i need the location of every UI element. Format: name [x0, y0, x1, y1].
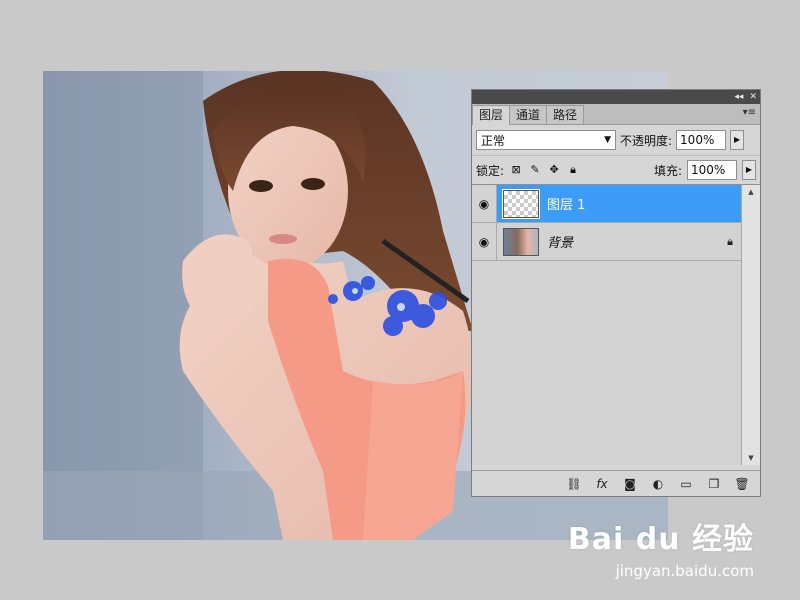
close-icon[interactable]: ✕: [749, 90, 757, 104]
layer-thumbnail: [502, 188, 540, 219]
eye-icon[interactable]: ◉: [472, 185, 497, 222]
blend-mode-select[interactable]: 正常 ▼: [476, 130, 616, 150]
tab-layers[interactable]: 图层: [472, 105, 511, 125]
layer-name: 背景: [547, 236, 574, 251]
chevron-down-icon: ▼: [604, 135, 611, 145]
lock-all-icon[interactable]: 🔒︎: [566, 163, 580, 177]
fx-icon[interactable]: fx: [594, 477, 610, 491]
layer-thumbnail: [503, 227, 539, 256]
lock-position-move-icon[interactable]: ✥: [547, 163, 561, 177]
new-layer-icon[interactable]: ❐: [706, 477, 722, 491]
fill-slider-button[interactable]: ▶: [742, 160, 756, 180]
blend-mode-value: 正常: [481, 133, 506, 148]
panel-tabs: 图层 通道 路径 ▾≡: [472, 104, 760, 125]
layers-list: ◉ 图层 1 ◉ 背景 🔒︎: [472, 184, 742, 465]
tab-paths[interactable]: 路径: [546, 105, 585, 124]
trash-icon[interactable]: 🗑︎: [734, 477, 750, 491]
layers-scrollbar[interactable]: ▲ ▼: [741, 184, 760, 465]
eye-icon[interactable]: ◉: [472, 223, 497, 260]
link-icon[interactable]: ⛓: [566, 477, 582, 491]
watermark-logo: Bai du 经验: [568, 514, 754, 558]
watermark-url: jingyan.baidu.com: [615, 562, 754, 580]
opacity-label: 不透明度:: [620, 133, 673, 148]
scroll-up-icon[interactable]: ▲: [742, 185, 760, 199]
fill-label: 填充:: [653, 163, 682, 178]
panel-titlebar: ◂◂ ✕: [472, 90, 760, 104]
blend-opacity-row: 正常 ▼ 不透明度: 100% ▶: [472, 125, 760, 155]
layers-panel: ◂◂ ✕ 图层 通道 路径 ▾≡ 正常 ▼ 不透明度: 100% ▶ 锁定: ⊠…: [471, 89, 761, 497]
lock-icon: 🔒︎: [727, 234, 733, 248]
folder-icon[interactable]: ▭: [678, 477, 694, 491]
layer-name: 图层 1: [547, 198, 586, 213]
lock-transparent-icon[interactable]: ⊠: [509, 163, 523, 177]
scroll-down-icon[interactable]: ▼: [742, 451, 760, 465]
tab-channels[interactable]: 通道: [509, 105, 548, 124]
mask-icon[interactable]: ◙: [622, 477, 638, 491]
lock-image-brush-icon[interactable]: ✎: [528, 163, 542, 177]
lock-fill-row: 锁定: ⊠ ✎ ✥ 🔒︎ 填充: 100% ▶: [472, 155, 760, 184]
lock-label: 锁定:: [476, 163, 505, 178]
adjustment-icon[interactable]: ◐: [650, 477, 666, 491]
fill-input[interactable]: 100%: [687, 160, 737, 180]
panel-menu-icon[interactable]: ▾≡: [743, 107, 756, 118]
panel-bottom-toolbar: ⛓ fx ◙ ◐ ▭ ❐ 🗑︎: [472, 470, 760, 496]
opacity-slider-button[interactable]: ▶: [730, 130, 745, 150]
opacity-input[interactable]: 100%: [676, 130, 727, 150]
collapse-icon[interactable]: ◂◂: [734, 90, 743, 104]
layer-row-1[interactable]: ◉ 图层 1: [472, 185, 742, 223]
watermark-logo-text: Bai du 经验: [567, 522, 754, 557]
layer-row-background[interactable]: ◉ 背景 🔒︎: [472, 223, 742, 261]
